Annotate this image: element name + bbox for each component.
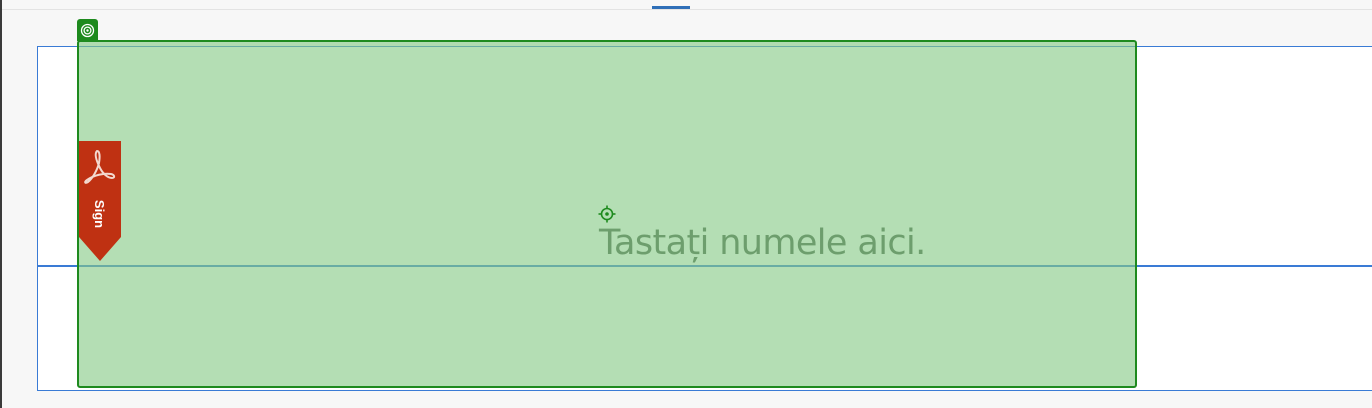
signature-placeholder-text: Tastați numele aici. — [599, 223, 926, 263]
target-icon — [80, 23, 95, 37]
active-tab-indicator — [652, 6, 690, 9]
field-badge[interactable] — [77, 19, 98, 41]
sign-tab-button[interactable] — [79, 141, 121, 262]
document-viewport: Sign Tastați numele aici. — [0, 0, 1372, 408]
window-left-edge — [0, 0, 2, 408]
toolbar-divider — [2, 9, 1372, 10]
crosshair-icon — [598, 205, 616, 223]
